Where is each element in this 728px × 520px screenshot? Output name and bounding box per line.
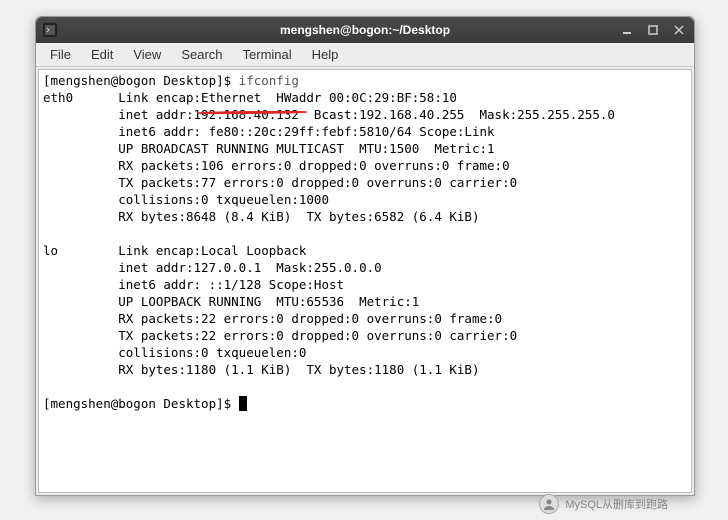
window-title: mengshen@bogon:~/Desktop (280, 23, 450, 37)
output-lo-inet: inet addr:127.0.0.1 Mask:255.0.0.0 (43, 260, 382, 275)
close-button[interactable] (670, 21, 688, 39)
window-controls (618, 21, 688, 39)
output-eth0-inet6: inet6 addr: fe80::20c:29ff:febf:5810/64 … (43, 124, 495, 139)
output-eth0-inet: inet addr:192.168.40.132 Bcast:192.168.4… (43, 107, 615, 122)
output-eth0-flags: UP BROADCAST RUNNING MULTICAST MTU:1500 … (43, 141, 495, 156)
maximize-button[interactable] (644, 21, 662, 39)
output-lo-flags: UP LOOPBACK RUNNING MTU:65536 Metric:1 (43, 294, 419, 309)
output-lo-inet6: inet6 addr: ::1/128 Scope:Host (43, 277, 344, 292)
menu-search[interactable]: Search (171, 45, 232, 64)
prompt-text-2: [mengshen@bogon Desktop]$ (43, 396, 239, 411)
output-eth0-tx-packets: TX packets:77 errors:0 dropped:0 overrun… (43, 175, 517, 190)
menu-file[interactable]: File (40, 45, 81, 64)
prompt-line-1: [mengshen@bogon Desktop]$ ifconfig (43, 73, 299, 88)
output-lo-rx-packets: RX packets:22 errors:0 dropped:0 overrun… (43, 311, 502, 326)
output-lo-bytes: RX bytes:1180 (1.1 KiB) TX bytes:1180 (1… (43, 362, 480, 377)
output-eth0-bytes: RX bytes:8648 (8.4 KiB) TX bytes:6582 (6… (43, 209, 480, 224)
watermark-text: MySQL从删库到跑路 (565, 496, 668, 512)
output-lo-link: lo Link encap:Local Loopback (43, 243, 306, 258)
menubar: File Edit View Search Terminal Help (36, 43, 694, 67)
watermark: MySQL从删库到跑路 (539, 494, 668, 514)
cursor (239, 396, 247, 411)
terminal-output[interactable]: [mengshen@bogon Desktop]$ ifconfig eth0 … (38, 69, 692, 493)
output-eth0-link: eth0 Link encap:Ethernet HWaddr 00:0C:29… (43, 90, 457, 105)
prompt-text: [mengshen@bogon Desktop]$ (43, 73, 239, 88)
terminal-app-icon (42, 22, 58, 38)
output-lo-collisions: collisions:0 txqueuelen:0 (43, 345, 306, 360)
titlebar: mengshen@bogon:~/Desktop (36, 17, 694, 43)
menu-view[interactable]: View (123, 45, 171, 64)
menu-help[interactable]: Help (302, 45, 349, 64)
command-ifconfig: ifconfig (239, 73, 299, 88)
prompt-line-2: [mengshen@bogon Desktop]$ (43, 396, 239, 411)
menu-edit[interactable]: Edit (81, 45, 123, 64)
terminal-window: mengshen@bogon:~/Desktop File Edit View … (35, 16, 695, 496)
output-lo-tx-packets: TX packets:22 errors:0 dropped:0 overrun… (43, 328, 517, 343)
output-eth0-rx-packets: RX packets:106 errors:0 dropped:0 overru… (43, 158, 510, 173)
minimize-button[interactable] (618, 21, 636, 39)
menu-terminal[interactable]: Terminal (233, 45, 302, 64)
output-eth0-collisions: collisions:0 txqueuelen:1000 (43, 192, 329, 207)
watermark-avatar-icon (539, 494, 559, 514)
